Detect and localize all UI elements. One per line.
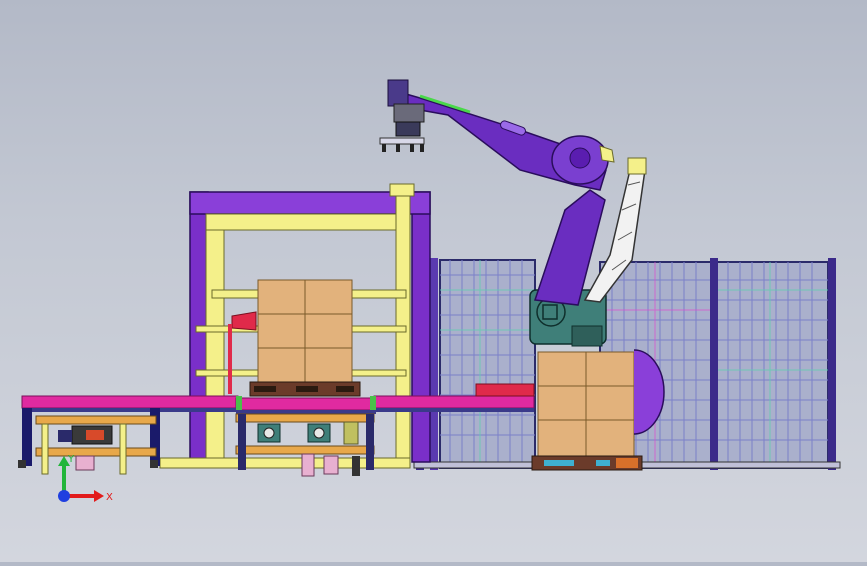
palletizing-cell-drawing [18,79,841,477]
x-axis-label: X [106,492,113,503]
x-axis-arrowhead [94,490,104,502]
output-pallet-stack [531,351,643,471]
z-axis-origin [58,490,70,502]
y-axis-label: Y [67,454,75,465]
lift-pallet-stack [249,279,361,397]
cad-viewport[interactable]: Y X [0,0,867,562]
coordinate-triad: Y X [40,452,120,512]
